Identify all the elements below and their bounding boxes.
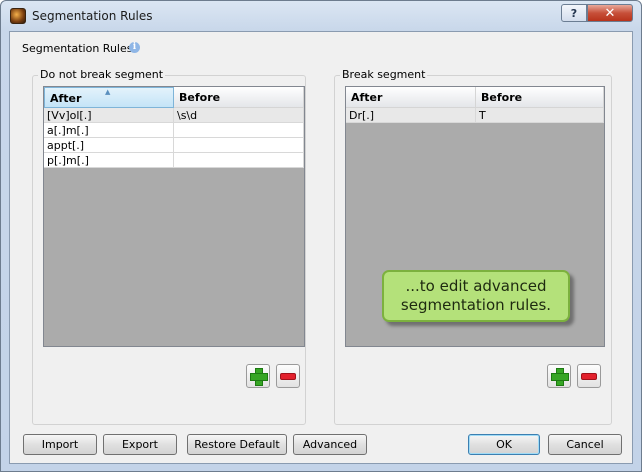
table-cell-after[interactable]: [Vv]ol[.]: [44, 108, 174, 123]
table-cell-after[interactable]: appt[.]: [44, 138, 174, 153]
table-cell-before[interactable]: [174, 138, 304, 153]
sort-ascending-icon: ▲: [105, 88, 111, 96]
table-cell-before[interactable]: [174, 153, 304, 168]
table-row[interactable]: [Vv]ol[.] \s\d: [44, 108, 304, 123]
table-cell-after[interactable]: Dr[.]: [346, 108, 476, 123]
no-break-grid-header: ▲ After Before: [44, 87, 304, 108]
window-title: Segmentation Rules: [32, 9, 153, 23]
table-cell-before[interactable]: \s\d: [174, 108, 304, 123]
cancel-button[interactable]: Cancel: [548, 434, 622, 455]
no-break-grid[interactable]: ▲ After Before [Vv]ol[.] \s\d a[.]m[.] a…: [43, 86, 305, 347]
plus-icon: [250, 368, 268, 386]
advanced-callout-tooltip: ...to edit advanced segmentation rules.: [382, 270, 570, 322]
tooltip-line-1: ...to edit advanced: [405, 277, 547, 295]
minus-icon: [581, 372, 597, 380]
tooltip-line-2: segmentation rules.: [400, 296, 552, 314]
break-grid-header: After Before: [346, 87, 604, 108]
info-icon[interactable]: i: [129, 42, 140, 53]
column-header-after[interactable]: ▲ After: [44, 87, 174, 108]
table-cell-after[interactable]: a[.]m[.]: [44, 123, 174, 138]
table-row[interactable]: appt[.]: [44, 138, 304, 153]
column-header-after[interactable]: After: [346, 87, 476, 108]
import-button[interactable]: Import: [23, 434, 97, 455]
export-button[interactable]: Export: [103, 434, 177, 455]
help-button[interactable]: ?: [561, 4, 587, 22]
break-group-label: Break segment: [340, 68, 428, 81]
table-row[interactable]: p[.]m[.]: [44, 153, 304, 168]
column-header-before[interactable]: Before: [476, 87, 604, 108]
advanced-button[interactable]: Advanced: [293, 434, 367, 455]
close-button[interactable]: ✕: [587, 4, 633, 22]
remove-break-rule-button[interactable]: [577, 364, 601, 388]
no-break-group: Do not break segment ▲ After Before [Vv]…: [32, 68, 306, 425]
add-no-break-rule-button[interactable]: [246, 364, 270, 388]
restore-default-button[interactable]: Restore Default: [187, 434, 287, 455]
remove-no-break-rule-button[interactable]: [276, 364, 300, 388]
column-header-label: After: [50, 92, 82, 105]
ok-button[interactable]: OK: [468, 434, 540, 455]
table-cell-before[interactable]: T: [476, 108, 604, 123]
dialog-window: Segmentation Rules ? ✕ Segmentation Rule…: [0, 0, 642, 472]
no-break-group-label: Do not break segment: [38, 68, 166, 81]
break-group: Break segment After Before Dr[.] T: [334, 68, 612, 425]
table-row[interactable]: a[.]m[.]: [44, 123, 304, 138]
section-title: Segmentation Rules: [22, 42, 133, 55]
title-bar[interactable]: Segmentation Rules ? ✕: [1, 1, 641, 31]
dialog-client-area: Segmentation Rules i Do not break segmen…: [9, 31, 633, 464]
add-break-rule-button[interactable]: [547, 364, 571, 388]
table-row[interactable]: Dr[.] T: [346, 108, 604, 123]
table-cell-after[interactable]: p[.]m[.]: [44, 153, 174, 168]
table-cell-before[interactable]: [174, 123, 304, 138]
plus-icon: [551, 368, 569, 386]
minus-icon: [280, 372, 296, 380]
app-icon: [10, 8, 26, 24]
column-header-before[interactable]: Before: [174, 87, 304, 108]
